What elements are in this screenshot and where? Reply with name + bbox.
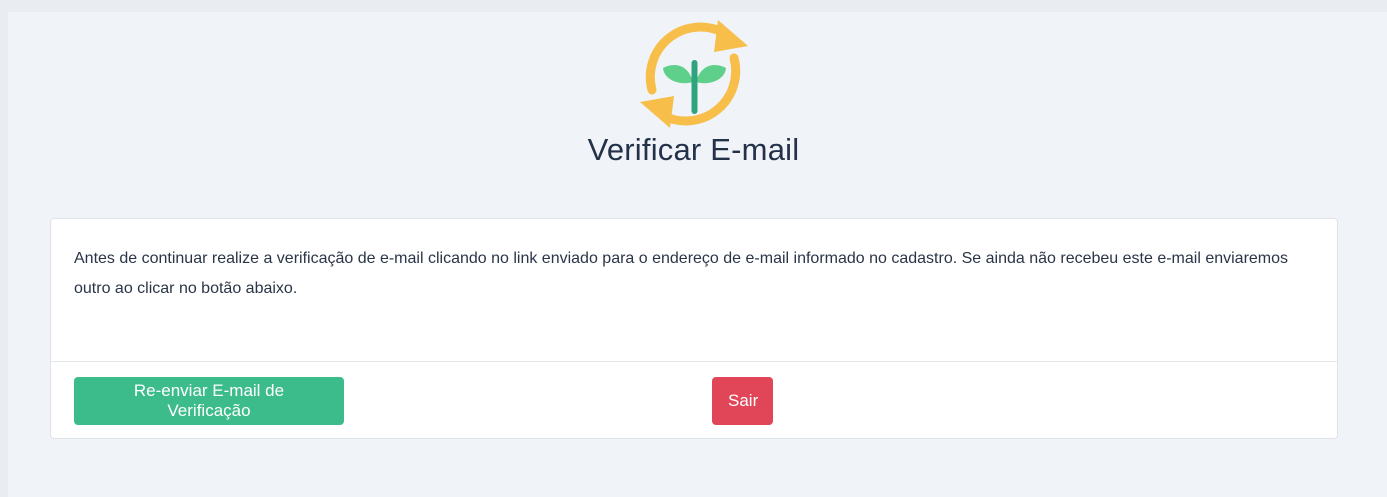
verification-card: Antes de continuar realize a verificação… bbox=[50, 218, 1338, 439]
verification-message: Antes de continuar realize a verificação… bbox=[74, 250, 1289, 297]
resend-verification-button[interactable]: Re-enviar E-mail de Verificação bbox=[74, 377, 344, 425]
plant-refresh-icon bbox=[630, 12, 754, 136]
page-title: Verificar E-mail bbox=[587, 132, 800, 167]
card-divider bbox=[51, 361, 1337, 362]
logout-button[interactable]: Sair bbox=[712, 377, 773, 425]
